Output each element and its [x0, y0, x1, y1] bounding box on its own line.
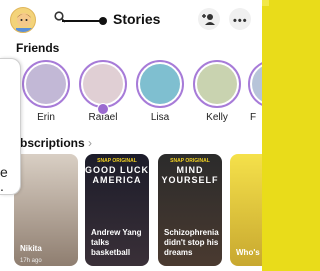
- more-button[interactable]: •••: [229, 8, 251, 30]
- stories-panel: Stories ••• Friends Erin Rafael Lisa Kel…: [0, 0, 262, 271]
- friend-story-partial[interactable]: F: [246, 60, 262, 123]
- story-ring: [22, 60, 70, 108]
- friend-avatar: [26, 64, 66, 104]
- friend-avatar: [252, 64, 262, 104]
- friend-story-erin[interactable]: Erin: [20, 60, 72, 123]
- friend-story-rafael[interactable]: Rafael: [77, 60, 129, 123]
- add-friend-button[interactable]: [198, 8, 220, 30]
- overlay-text-line2: .: [0, 178, 4, 194]
- subscription-tile-good-luck-america[interactable]: SNAP ORIGINAL GOOD LUCK AMERICA Andrew Y…: [85, 154, 149, 266]
- avatar-face-icon: [16, 13, 32, 32]
- page-title: Stories: [113, 11, 161, 27]
- friend-name: Kelly: [206, 112, 228, 123]
- friend-avatar: [83, 64, 123, 104]
- friends-heading: Friends: [16, 41, 60, 55]
- story-ring: [193, 60, 241, 108]
- overlay-text: e .: [0, 165, 8, 193]
- tile-caption: Nikita: [20, 244, 42, 253]
- story-ring: [248, 60, 262, 108]
- add-friend-icon: [202, 14, 215, 25]
- subscription-tile-partial[interactable]: Who's: [230, 154, 262, 266]
- pointer-dot: [99, 17, 107, 25]
- story-ring: [79, 60, 127, 108]
- story-badge-icon: [97, 103, 109, 115]
- tile-headline: MIND YOURSELF: [161, 165, 219, 185]
- friend-name: F: [250, 112, 257, 123]
- chevron-right-icon: ›: [84, 136, 93, 150]
- friend-name: Erin: [37, 112, 55, 123]
- more-icon: •••: [233, 15, 248, 27]
- tile-caption: Andrew Yang talks basketball: [91, 228, 142, 257]
- friend-story-lisa[interactable]: Lisa: [134, 60, 186, 123]
- friend-name: Lisa: [150, 112, 170, 123]
- tile-kicker: SNAP ORIGINAL: [97, 158, 137, 164]
- tile-timestamp: 17h ago: [20, 258, 42, 264]
- subscription-tile-mind-yourself[interactable]: SNAP ORIGINAL MIND YOURSELF Schizophreni…: [158, 154, 222, 266]
- friend-avatar: [140, 64, 180, 104]
- subscriptions-heading-text: bscriptions: [20, 136, 85, 150]
- tile-kicker: SNAP ORIGINAL: [170, 158, 210, 164]
- tile-headline: GOOD LUCK AMERICA: [85, 165, 149, 185]
- friend-story-kelly[interactable]: Kelly: [191, 60, 243, 123]
- tile-caption: Who's: [236, 248, 260, 257]
- subscriptions-heading: bscriptions ›: [20, 136, 92, 150]
- tile-caption: Schizophrenia didn't stop his dreams: [164, 228, 219, 257]
- story-ring: [136, 60, 184, 108]
- subscription-tile-nikita[interactable]: Nikita 17h ago: [14, 154, 78, 266]
- pointer-line: [62, 20, 102, 22]
- bitmoji-avatar[interactable]: [10, 7, 36, 33]
- friend-avatar: [197, 64, 237, 104]
- header: Stories •••: [0, 6, 262, 33]
